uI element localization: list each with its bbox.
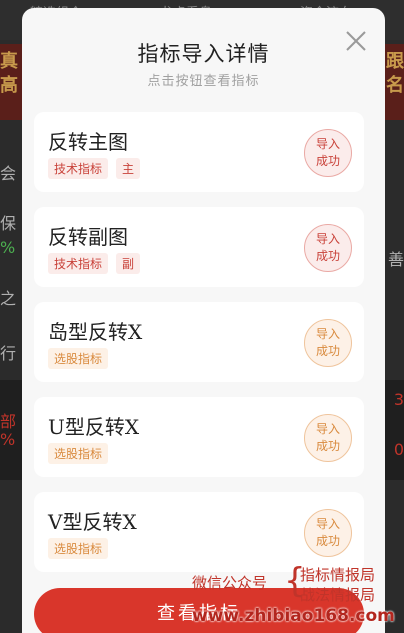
indicator-type-tag: 技术指标 xyxy=(48,253,109,274)
watermark: 微信公众号 { 指标情报局 战法情报局 www.zhibiao168.com xyxy=(192,562,404,633)
watermark-url: www.zhibiao168.com xyxy=(192,606,395,626)
indicator-item[interactable]: 反转主图 技术指标 主 导入 成功 xyxy=(34,112,364,192)
indicator-position-tag: 副 xyxy=(116,253,141,274)
import-success-stamp: 导入 成功 xyxy=(304,509,352,557)
indicator-name: 反转副图 xyxy=(48,225,128,249)
background-side-label: 善 xyxy=(387,250,404,269)
close-icon[interactable] xyxy=(343,28,369,54)
indicator-type-tag: 技术指标 xyxy=(48,158,109,179)
dialog-subtitle: 点击按钮查看指标 xyxy=(147,74,260,89)
indicator-item[interactable]: U型反转X 选股指标 导入 成功 xyxy=(34,397,364,477)
import-success-stamp: 导入 成功 xyxy=(304,224,352,272)
watermark-wechat-label: 微信公众号 xyxy=(192,574,268,592)
indicator-name: V型反转X xyxy=(48,510,137,534)
indicator-item[interactable]: V型反转X 选股指标 导入 成功 xyxy=(34,492,364,572)
import-success-stamp: 导入 成功 xyxy=(304,129,352,177)
watermark-line-1: 指标情报局 xyxy=(300,566,376,584)
background-banner-text-left: 真高 xyxy=(0,51,18,96)
indicator-type-tag: 选股指标 xyxy=(48,538,109,559)
background-banner-text-right: 跟名 xyxy=(386,51,404,96)
indicator-type-tag: 选股指标 xyxy=(48,348,109,369)
indicator-name: U型反转X xyxy=(48,415,140,439)
indicator-name: 反转主图 xyxy=(48,130,128,154)
indicator-import-dialog: 指标导入详情 点击按钮查看指标 反转主图 技术指标 主 导入 成功 反转副图 技… xyxy=(22,8,385,633)
import-success-stamp: 导入 成功 xyxy=(304,319,352,367)
indicator-item[interactable]: 岛型反转X 选股指标 导入 成功 xyxy=(34,302,364,382)
watermark-line-2: 战法情报局 xyxy=(300,586,376,604)
indicator-type-tag: 选股指标 xyxy=(48,443,109,464)
indicator-name: 岛型反转X xyxy=(48,320,143,344)
background-side-label: 0 xyxy=(393,440,404,459)
indicator-position-tag: 主 xyxy=(116,158,141,179)
indicator-item[interactable]: 反转副图 技术指标 副 导入 成功 xyxy=(34,207,364,287)
import-success-stamp: 导入 成功 xyxy=(304,414,352,462)
background-side-label: 3 xyxy=(393,390,404,409)
dialog-title: 指标导入详情 xyxy=(137,42,270,66)
